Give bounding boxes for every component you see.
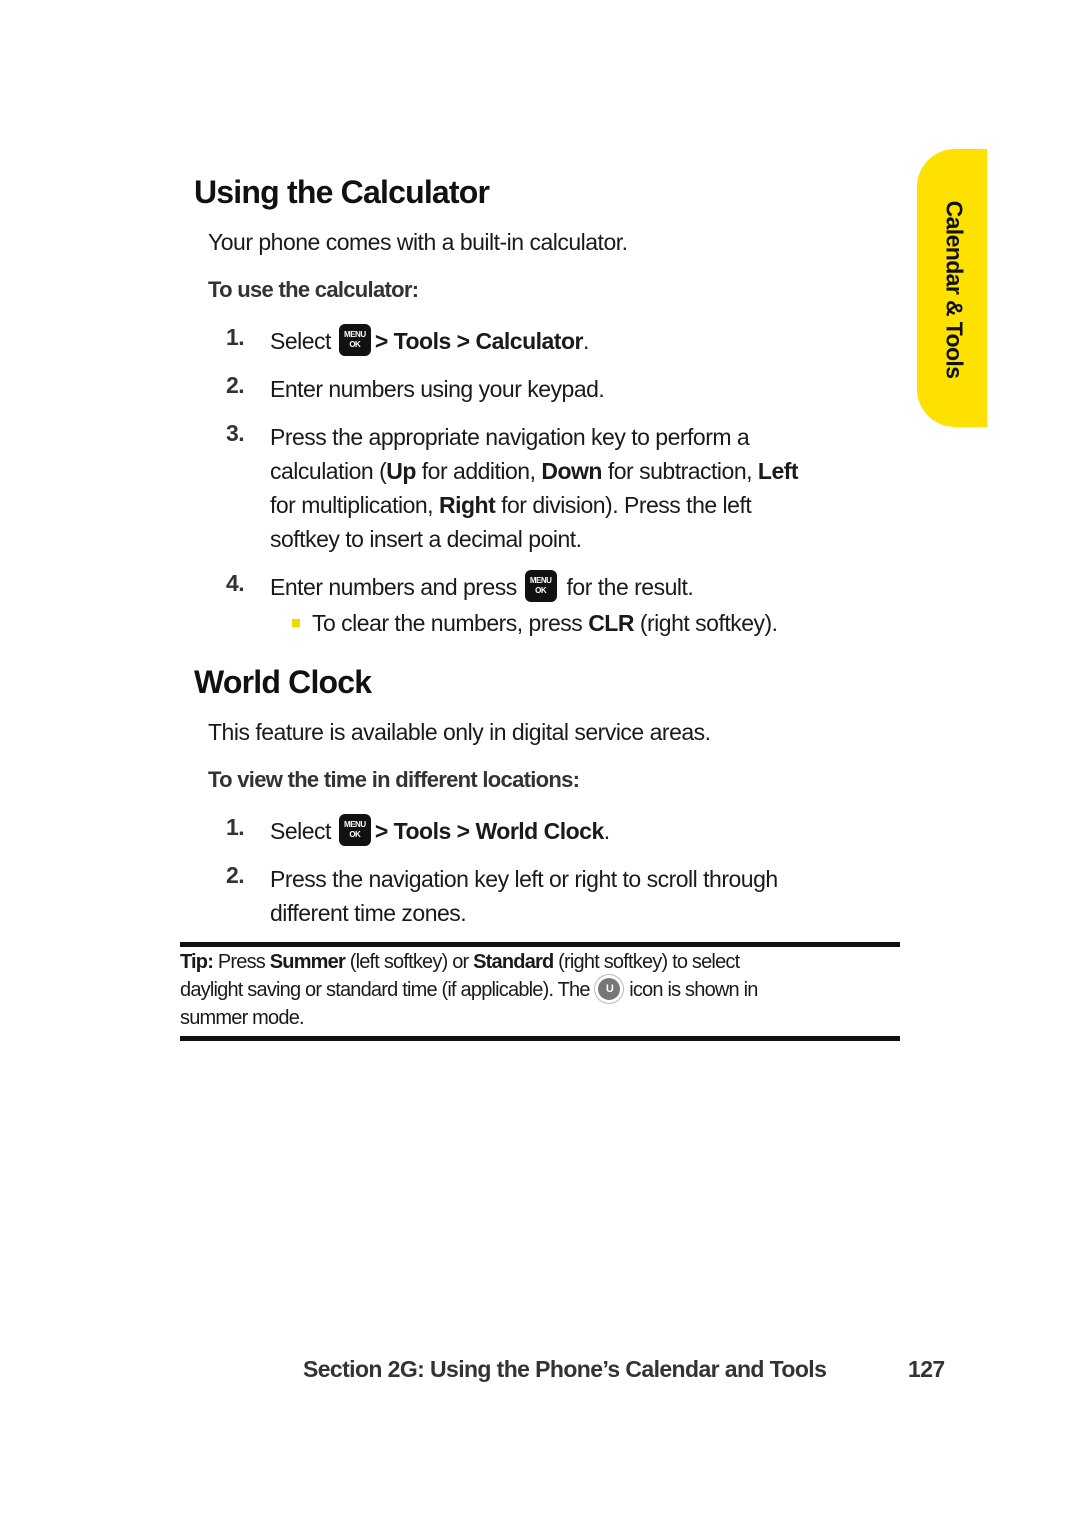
summer-sun-icon: U bbox=[598, 977, 621, 1000]
step-pre: Select bbox=[270, 818, 331, 844]
tip-top-rule bbox=[180, 942, 900, 947]
side-tab: Calendar & Tools bbox=[917, 149, 987, 427]
step-text: Enter numbers using your keypad. bbox=[270, 376, 605, 402]
tip-line: daylight saving or standard time (if app… bbox=[180, 977, 758, 1001]
calculator-bullet: To clear the numbers, press CLR (right s… bbox=[292, 610, 778, 637]
step-post: for the result. bbox=[566, 574, 694, 600]
world-clock-subheading: To view the time in different locations: bbox=[208, 767, 580, 792]
step-number: 1. bbox=[226, 324, 245, 350]
step-text: Press the appropriate navigation key to … bbox=[270, 420, 890, 556]
step-line: different time zones. bbox=[270, 900, 467, 926]
bullet-square-icon bbox=[292, 618, 300, 627]
calculator-step-4: 4. Enter numbers and press MENU OK for th… bbox=[226, 569, 886, 604]
menu-ok-key-icon: MENU OK bbox=[338, 323, 371, 356]
step-number: 2. bbox=[226, 372, 245, 398]
side-tab-label: Calendar & Tools bbox=[941, 200, 968, 378]
step-pre: Enter numbers and press bbox=[270, 574, 517, 600]
step-post: . bbox=[582, 328, 589, 354]
calculator-subheading: To use the calculator: bbox=[208, 277, 419, 302]
world-clock-step-2: 2. Press the navigation key left or righ… bbox=[226, 862, 886, 930]
footer-section-title: Section 2G: Using the Phone’s Calendar a… bbox=[303, 1356, 827, 1382]
tip-bottom-rule bbox=[180, 1036, 900, 1041]
step-text: Select MENU OK > Tools > Calculator. bbox=[270, 323, 890, 359]
menu-ok-key-icon: MENU OK bbox=[524, 569, 557, 602]
page-number: 127 bbox=[908, 1356, 945, 1382]
calculator-heading: Using the Calculator bbox=[194, 174, 490, 210]
step-number: 4. bbox=[226, 570, 245, 596]
world-clock-step-1: 1. Select MENU OK > Tools > World Clock. bbox=[226, 813, 886, 848]
menu-ok-key-icon: MENU OK bbox=[338, 813, 371, 846]
step-post: . bbox=[603, 818, 610, 844]
step-pre: Select bbox=[270, 328, 331, 354]
tip-box: Tip: Press Summer (left softkey) or Stan… bbox=[180, 948, 900, 1032]
menu-path: > Tools > Calculator bbox=[374, 328, 584, 354]
step-text: Select MENU OK > Tools > World Clock. bbox=[270, 813, 890, 849]
step-number: 1. bbox=[226, 814, 245, 840]
tip-line: summer mode. bbox=[180, 1007, 305, 1029]
step-line: Press the appropriate navigation key to … bbox=[270, 424, 750, 450]
calculator-step-2: 2. Enter numbers using your keypad. bbox=[226, 372, 886, 406]
calculator-step-3: 3. Press the appropriate navigation key … bbox=[226, 420, 886, 556]
step-line: Press the navigation key left or right t… bbox=[270, 866, 778, 892]
side-tab-label-wrap: Calendar & Tools bbox=[929, 189, 979, 389]
calculator-step-1: 1. Select MENU OK > Tools > Calculator. bbox=[226, 323, 886, 358]
menu-path: > Tools > World Clock bbox=[374, 818, 604, 844]
step-number: 2. bbox=[226, 862, 245, 888]
calculator-intro: Your phone comes with a built-in calcula… bbox=[208, 229, 628, 255]
step-text: Enter numbers and press MENU OK for the r… bbox=[270, 569, 890, 605]
step-line: for multiplication, Right for division).… bbox=[270, 492, 752, 518]
tip-line: Tip: Press Summer (left softkey) or Stan… bbox=[180, 951, 740, 973]
world-clock-heading: World Clock bbox=[194, 664, 372, 700]
step-text: Press the navigation key left or right t… bbox=[270, 862, 890, 930]
step-number: 3. bbox=[226, 420, 245, 446]
world-clock-intro: This feature is available only in digita… bbox=[208, 719, 711, 745]
step-line: calculation (Up for addition, Down for s… bbox=[270, 458, 799, 484]
step-line: softkey to insert a decimal point. bbox=[270, 526, 582, 552]
